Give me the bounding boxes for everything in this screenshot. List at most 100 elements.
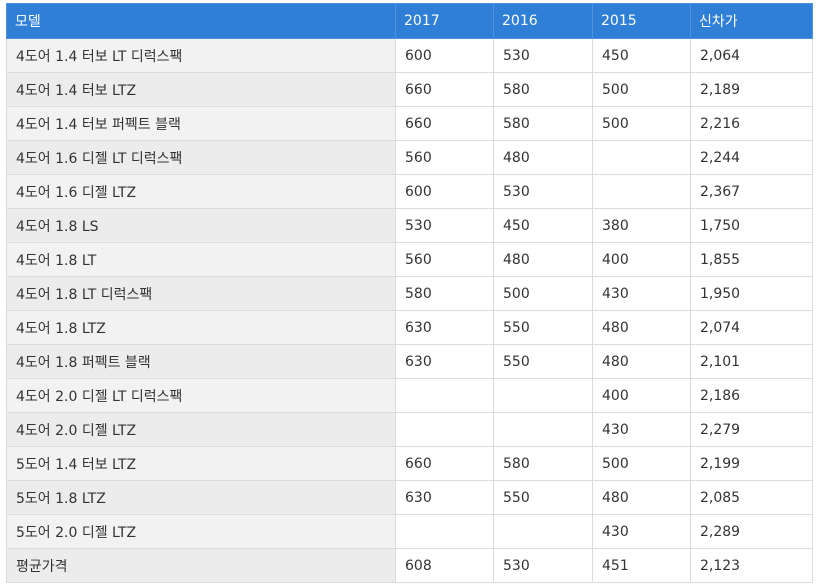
cell-price-2016: 550 (493, 310, 593, 345)
header-new-car-price: 신차가 (690, 3, 813, 39)
cell-model: 4도어 1.6 디젤 LTZ (6, 174, 396, 209)
cell-new-car-price: 2,186 (690, 378, 813, 413)
cell-price-2016: 480 (493, 242, 593, 277)
cell-price-2017: 600 (395, 174, 494, 209)
header-2015: 2015 (592, 3, 691, 39)
cell-new-car-price: 2,064 (690, 38, 813, 73)
table-row: 4도어 1.4 터보 LTZ 660 580 500 2,189 (6, 72, 813, 107)
table-row: 5도어 2.0 디젤 LTZ 430 2,289 (6, 514, 813, 549)
cell-new-car-price: 2,367 (690, 174, 813, 209)
header-2017: 2017 (395, 3, 494, 39)
cell-new-car-price: 2,189 (690, 72, 813, 107)
header-2016: 2016 (493, 3, 593, 39)
cell-model: 5도어 2.0 디젤 LTZ (6, 514, 396, 549)
price-table-container: 모델 2017 2016 2015 신차가 4도어 1.4 터보 LT 디럭스팩… (6, 3, 813, 583)
price-table: 모델 2017 2016 2015 신차가 4도어 1.4 터보 LT 디럭스팩… (6, 3, 813, 583)
cell-price-2016: 500 (493, 276, 593, 311)
cell-new-car-price: 1,950 (690, 276, 813, 311)
cell-new-car-price: 1,750 (690, 208, 813, 243)
table-row: 4도어 1.8 퍼펙트 블랙 630 550 480 2,101 (6, 344, 813, 379)
cell-model: 4도어 1.8 LT 디럭스팩 (6, 276, 396, 311)
cell-price-2015: 500 (592, 446, 691, 481)
cell-price-2017: 660 (395, 446, 494, 481)
cell-price-2017: 560 (395, 140, 494, 175)
cell-new-car-price: 2,279 (690, 412, 813, 447)
cell-price-2016 (493, 378, 593, 413)
cell-price-2016 (493, 412, 593, 447)
cell-price-2015: 430 (592, 514, 691, 549)
cell-model: 4도어 1.4 터보 LT 디럭스팩 (6, 38, 396, 73)
cell-model: 4도어 1.8 LT (6, 242, 396, 277)
cell-model: 4도어 1.8 LTZ (6, 310, 396, 345)
cell-model: 4도어 1.6 디젤 LT 디럭스팩 (6, 140, 396, 175)
cell-price-2017: 660 (395, 106, 494, 141)
cell-price-2017 (395, 412, 494, 447)
table-row: 4도어 1.4 터보 LT 디럭스팩 600 530 450 2,064 (6, 38, 813, 73)
cell-model: 5도어 1.4 터보 LTZ (6, 446, 396, 481)
cell-price-2016: 580 (493, 72, 593, 107)
cell-price-2015 (592, 174, 691, 209)
cell-price-2017: 530 (395, 208, 494, 243)
cell-price-2016: 530 (493, 548, 593, 583)
cell-model: 4도어 1.8 LS (6, 208, 396, 243)
cell-price-2017: 630 (395, 344, 494, 379)
table-row: 4도어 1.8 LT 디럭스팩 580 500 430 1,950 (6, 276, 813, 311)
cell-price-2016: 550 (493, 480, 593, 515)
cell-price-2015: 400 (592, 378, 691, 413)
table-body: 4도어 1.4 터보 LT 디럭스팩 600 530 450 2,064 4도어 1.4 … (6, 38, 813, 583)
cell-new-car-price: 2,074 (690, 310, 813, 345)
cell-price-2016: 550 (493, 344, 593, 379)
cell-model: 4도어 2.0 디젤 LTZ (6, 412, 396, 447)
cell-price-2015: 430 (592, 276, 691, 311)
header-row: 모델 2017 2016 2015 신차가 (6, 3, 813, 39)
cell-model: 4도어 1.4 터보 퍼펙트 블랙 (6, 106, 396, 141)
cell-price-2017: 580 (395, 276, 494, 311)
cell-new-car-price: 2,216 (690, 106, 813, 141)
table-row: 4도어 1.6 디젤 LT 디럭스팩 560 480 2,244 (6, 140, 813, 175)
cell-price-2015: 480 (592, 480, 691, 515)
header-model: 모델 (6, 3, 396, 39)
cell-model: 4도어 1.8 퍼펙트 블랙 (6, 344, 396, 379)
table-row: 4도어 1.8 LS 530 450 380 1,750 (6, 208, 813, 243)
cell-price-2017: 630 (395, 310, 494, 345)
cell-price-2016: 580 (493, 106, 593, 141)
cell-price-2017: 600 (395, 38, 494, 73)
cell-price-2015: 400 (592, 242, 691, 277)
cell-price-2017: 630 (395, 480, 494, 515)
cell-price-2016: 530 (493, 174, 593, 209)
cell-model: 평균가격 (6, 548, 396, 583)
cell-model: 4도어 1.4 터보 LTZ (6, 72, 396, 107)
cell-new-car-price: 2,101 (690, 344, 813, 379)
cell-new-car-price: 2,085 (690, 480, 813, 515)
cell-new-car-price: 2,123 (690, 548, 813, 583)
cell-new-car-price: 2,244 (690, 140, 813, 175)
table-row: 4도어 2.0 디젤 LT 디럭스팩 400 2,186 (6, 378, 813, 413)
cell-price-2015: 430 (592, 412, 691, 447)
cell-price-2015: 500 (592, 106, 691, 141)
cell-price-2016: 480 (493, 140, 593, 175)
cell-price-2016 (493, 514, 593, 549)
cell-price-2015: 480 (592, 344, 691, 379)
cell-price-2016: 450 (493, 208, 593, 243)
cell-price-2015: 480 (592, 310, 691, 345)
cell-new-car-price: 2,289 (690, 514, 813, 549)
cell-price-2017: 660 (395, 72, 494, 107)
table-row: 4도어 1.8 LT 560 480 400 1,855 (6, 242, 813, 277)
cell-new-car-price: 1,855 (690, 242, 813, 277)
cell-price-2016: 530 (493, 38, 593, 73)
table-row: 4도어 1.4 터보 퍼펙트 블랙 660 580 500 2,216 (6, 106, 813, 141)
cell-price-2017 (395, 378, 494, 413)
cell-price-2015 (592, 140, 691, 175)
cell-model: 4도어 2.0 디젤 LT 디럭스팩 (6, 378, 396, 413)
cell-price-2017: 608 (395, 548, 494, 583)
table-row: 4도어 1.6 디젤 LTZ 600 530 2,367 (6, 174, 813, 209)
table-row: 4도어 2.0 디젤 LTZ 430 2,279 (6, 412, 813, 447)
table-row: 5도어 1.8 LTZ 630 550 480 2,085 (6, 480, 813, 515)
cell-price-2017: 560 (395, 242, 494, 277)
table-row: 5도어 1.4 터보 LTZ 660 580 500 2,199 (6, 446, 813, 481)
cell-price-2017 (395, 514, 494, 549)
cell-price-2015: 500 (592, 72, 691, 107)
table-header: 모델 2017 2016 2015 신차가 (6, 3, 813, 39)
cell-new-car-price: 2,199 (690, 446, 813, 481)
table-row: 4도어 1.8 LTZ 630 550 480 2,074 (6, 310, 813, 345)
